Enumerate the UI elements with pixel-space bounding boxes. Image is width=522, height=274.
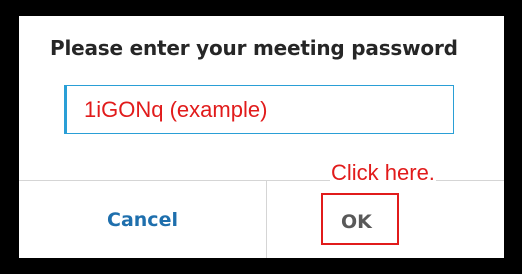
meeting-password-input[interactable]	[64, 85, 454, 134]
password-dialog: Please enter your meeting password Cance…	[19, 16, 504, 258]
cancel-button[interactable]: Cancel	[19, 181, 266, 258]
dialog-title: Please enter your meeting password	[50, 36, 458, 60]
ok-button[interactable]	[267, 181, 504, 258]
